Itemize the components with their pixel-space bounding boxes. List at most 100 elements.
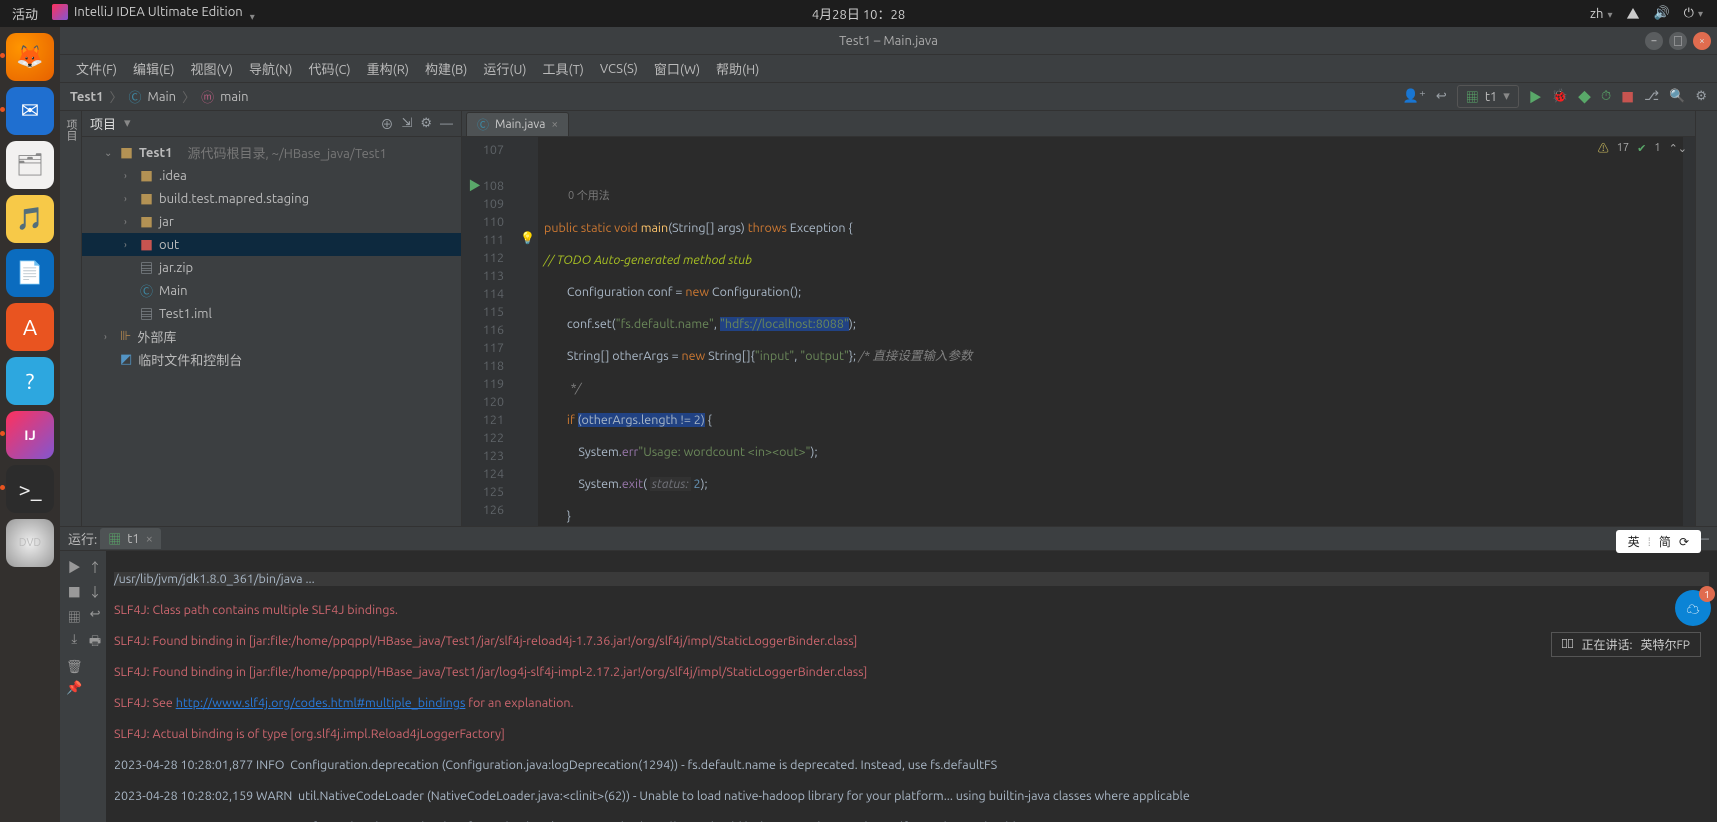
- music-icon[interactable]: 🎵: [6, 195, 54, 243]
- target-icon[interactable]: ⊕: [380, 114, 393, 133]
- run-label: 运行:: [68, 529, 97, 548]
- breadcrumb[interactable]: Test1 〉 ⒸMain 〉 ⓜmain: [70, 87, 249, 106]
- volume-icon[interactable]: 🔊: [1653, 6, 1669, 21]
- up-icon[interactable]: ↑: [89, 557, 102, 576]
- back-icon[interactable]: ↩: [1436, 89, 1447, 104]
- trash-icon[interactable]: 🗑: [66, 660, 83, 675]
- scroll-icon[interactable]: ⤓: [66, 632, 83, 654]
- rerun-icon[interactable]: ▶: [66, 557, 83, 576]
- terminal-icon[interactable]: >_: [6, 465, 54, 513]
- menu-run[interactable]: 运行(U): [477, 57, 532, 80]
- crumb-method[interactable]: main: [220, 90, 248, 104]
- layout-icon[interactable]: ▦: [66, 607, 83, 626]
- activities-button[interactable]: 活动: [12, 4, 38, 23]
- tree-out[interactable]: ›■out: [82, 233, 461, 256]
- stop-run-icon[interactable]: ■: [66, 582, 83, 601]
- window-titlebar[interactable]: Test1 – Main.java – □ ×: [60, 27, 1717, 55]
- tree-external[interactable]: ›⊪外部库: [82, 325, 461, 348]
- profile-button[interactable]: ⏱: [1601, 89, 1611, 104]
- wrap-icon[interactable]: ↩: [89, 607, 102, 626]
- tree-jar[interactable]: ›■jar: [82, 210, 461, 233]
- print-icon[interactable]: 🖶: [89, 632, 102, 654]
- main-menu: 文件(F) 编辑(E) 视图(V) 导航(N) 代码(C) 重构(R) 构建(B…: [60, 55, 1717, 83]
- crumb-project[interactable]: Test1: [70, 90, 103, 104]
- software-icon[interactable]: A: [6, 303, 54, 351]
- thunderbird-icon[interactable]: ✉: [6, 87, 54, 135]
- close-button[interactable]: ×: [1693, 32, 1711, 50]
- intellij-icon: [52, 4, 68, 20]
- intellij-app-icon[interactable]: IJ: [6, 411, 54, 459]
- menu-help[interactable]: 帮助(H): [710, 57, 765, 80]
- crumb-class[interactable]: Main: [148, 90, 177, 104]
- run-tab[interactable]: ▦ t1 ×: [100, 528, 161, 549]
- warning-icon: ⚠: [1598, 140, 1609, 156]
- menu-refactor[interactable]: 重构(R): [361, 57, 415, 80]
- help-icon[interactable]: ?: [6, 357, 54, 405]
- tree-jarzip[interactable]: ▤jar.zip: [82, 256, 461, 279]
- down-icon[interactable]: ↓: [89, 582, 102, 601]
- run-config-label: t1: [1485, 90, 1497, 104]
- menu-code[interactable]: 代码(C): [302, 57, 356, 80]
- run-tab-icon: ▦: [108, 529, 121, 548]
- intention-bulb-icon[interactable]: 💡: [520, 231, 535, 245]
- menu-build[interactable]: 构建(B): [419, 57, 473, 80]
- code-content[interactable]: 0 个用法 public static void main(String[] a…: [538, 137, 1683, 526]
- project-tool-tab[interactable]: 项目: [61, 111, 81, 526]
- speaking-indicator[interactable]: 🎙̸ 正在讲话:英特尔FP: [1551, 632, 1701, 657]
- menu-navigate[interactable]: 导航(N): [243, 57, 298, 80]
- close-tab-icon[interactable]: ×: [551, 118, 558, 131]
- gear-icon[interactable]: ⚙: [420, 116, 432, 131]
- stop-button[interactable]: ■: [1621, 87, 1634, 106]
- menu-file[interactable]: 文件(F): [70, 57, 123, 80]
- tree-idea[interactable]: ›■.idea: [82, 164, 461, 187]
- ime-indicator[interactable]: 英⁞简⟳: [1616, 530, 1701, 553]
- code-editor[interactable]: 107 ▶10810911011111211311411511611711811…: [462, 137, 1695, 526]
- run-config-selector[interactable]: ▦ t1 ▾: [1457, 85, 1519, 108]
- mic-muted-icon: 🎙̸: [1562, 638, 1574, 651]
- files-icon[interactable]: 🗂: [6, 141, 54, 189]
- expand-icon[interactable]: ⇲: [401, 116, 412, 131]
- launcher-dock: 🦊 ✉ 🗂 🎵 📄 A ? IJ >_ DVD: [0, 27, 60, 822]
- power-icon[interactable]: ⏻: [1684, 6, 1703, 21]
- editor-tab-main[interactable]: Ⓒ Main.java ×: [466, 112, 569, 136]
- menu-window[interactable]: 窗口(W): [648, 57, 706, 80]
- network-icon[interactable]: ▲: [1626, 4, 1639, 23]
- ok-icon: ✔: [1637, 142, 1646, 155]
- firefox-icon[interactable]: 🦊: [6, 33, 54, 81]
- hide-icon[interactable]: —: [440, 117, 453, 131]
- right-tool-strip[interactable]: [1695, 111, 1717, 526]
- debug-button[interactable]: 🐞: [1552, 89, 1568, 104]
- clock[interactable]: 4月28日 10：28: [812, 4, 905, 23]
- tree-iml[interactable]: ▤Test1.iml: [82, 302, 461, 325]
- cloud-sync-icon[interactable]: ☁1: [1675, 590, 1711, 626]
- dvd-icon[interactable]: DVD: [6, 519, 54, 567]
- menu-vcs[interactable]: VCS(S): [594, 60, 644, 78]
- inspection-widget[interactable]: ⚠17 ✔1 ⌃⌄: [1598, 140, 1687, 156]
- menu-tools[interactable]: 工具(T): [536, 57, 589, 80]
- pin-icon[interactable]: 📌: [66, 681, 83, 696]
- writer-icon[interactable]: 📄: [6, 249, 54, 297]
- error-stripe[interactable]: [1683, 137, 1695, 526]
- console-output[interactable]: /usr/lib/jvm/jdk1.8.0_361/bin/java ... S…: [106, 551, 1717, 822]
- focused-app[interactable]: IntelliJ IDEA Ultimate Edition: [52, 4, 255, 23]
- input-lang[interactable]: zh: [1590, 7, 1612, 21]
- fold-column[interactable]: 💡: [512, 137, 538, 526]
- close-run-tab-icon[interactable]: ×: [146, 532, 153, 546]
- settings-icon[interactable]: ⚙: [1695, 89, 1707, 104]
- tree-root[interactable]: ⌄■Test1 源代码根目录, ~/HBase_java/Test1: [82, 141, 461, 164]
- menu-edit[interactable]: 编辑(E): [127, 57, 180, 80]
- tree-build[interactable]: ›■build.test.mapred.staging: [82, 187, 461, 210]
- tree-scratch[interactable]: ◩临时文件和控制台: [82, 348, 461, 371]
- chevron-up-down-icon[interactable]: ⌃⌄: [1669, 142, 1687, 155]
- tree-main[interactable]: ⒸMain: [82, 279, 461, 302]
- editor-tab-label: Main.java: [495, 118, 545, 131]
- maximize-button[interactable]: □: [1669, 32, 1687, 50]
- run-button[interactable]: ▶: [1529, 87, 1542, 106]
- add-user-icon[interactable]: 👤⁺: [1403, 89, 1426, 104]
- git-icon[interactable]: ⎇: [1644, 89, 1659, 104]
- minimize-button[interactable]: –: [1645, 32, 1663, 50]
- menu-view[interactable]: 视图(V): [185, 57, 239, 80]
- search-icon[interactable]: 🔍: [1669, 89, 1685, 104]
- project-tree[interactable]: ⌄■Test1 源代码根目录, ~/HBase_java/Test1 ›■.id…: [82, 137, 461, 526]
- coverage-button[interactable]: ◆: [1578, 87, 1591, 106]
